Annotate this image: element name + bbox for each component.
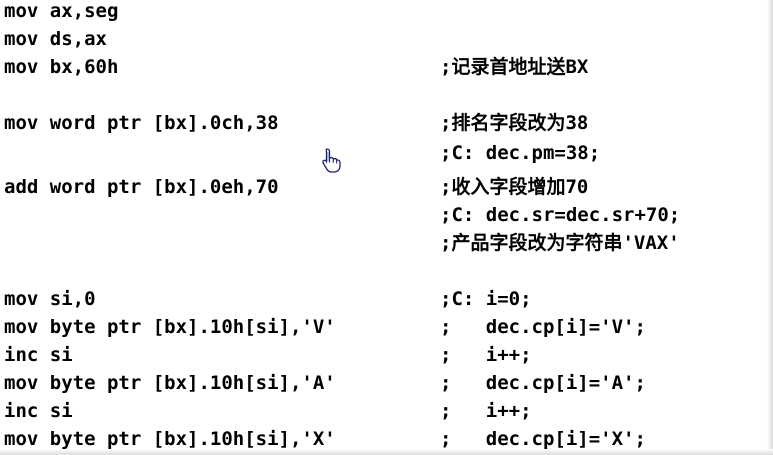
bottom-edge-shadow	[0, 449, 773, 455]
code-text: mov byte ptr [bx].10h[si],'A'	[4, 372, 336, 394]
code-line-7: add word ptr [bx].0eh,70 ;收入字段增加70	[0, 176, 588, 198]
code-text: mov byte ptr [bx].10h[si],'V'	[4, 316, 336, 338]
code-text: inc si	[4, 344, 73, 366]
comment-text: ;C: i=0;	[440, 288, 532, 310]
code-line-9: ;产品字段改为字符串'VAX'	[0, 232, 680, 254]
comment-text: ;收入字段增加70	[440, 176, 589, 198]
code-text: mov word ptr [bx].0ch,38	[4, 112, 279, 134]
code-line-13: inc si ; i++;	[0, 344, 532, 366]
comment-text: ; i++;	[440, 400, 532, 422]
code-text: mov ds,ax	[4, 28, 107, 50]
code-line-16: mov byte ptr [bx].10h[si],'X' ; dec.cp[i…	[0, 428, 646, 450]
code-line-15: inc si ; i++;	[0, 400, 532, 422]
code-line-2: mov ds,ax	[0, 28, 107, 50]
code-line-5: mov word ptr [bx].0ch,38 ;排名字段改为38	[0, 112, 588, 134]
hand-pointer-icon	[322, 148, 341, 173]
code-text: add word ptr [bx].0eh,70	[4, 176, 279, 198]
comment-text: ;产品字段改为字符串'VAX'	[440, 232, 680, 254]
code-line-14: mov byte ptr [bx].10h[si],'A' ; dec.cp[i…	[0, 372, 646, 394]
code-text: mov byte ptr [bx].10h[si],'X'	[4, 428, 336, 450]
code-line-12: mov byte ptr [bx].10h[si],'V' ; dec.cp[i…	[0, 316, 646, 338]
right-edge-shadow	[767, 0, 773, 455]
code-line-6: ;C: dec.pm=38;	[0, 142, 600, 164]
comment-text: ;C: dec.sr=dec.sr+70;	[440, 204, 681, 226]
code-line-11: mov si,0 ;C: i=0;	[0, 288, 532, 310]
code-text: mov si,0	[4, 288, 96, 310]
code-text: mov ax,seg	[4, 0, 119, 22]
code-viewer: mov ax,seg mov ds,ax mov bx,60h ;记录首地址送B…	[0, 0, 773, 455]
comment-text: ;排名字段改为38	[440, 112, 589, 134]
code-text: inc si	[4, 400, 73, 422]
comment-text: ; dec.cp[i]='X';	[440, 428, 646, 450]
code-line-8: ;C: dec.sr=dec.sr+70;	[0, 204, 680, 226]
comment-text: ; i++;	[440, 344, 532, 366]
code-line-3: mov bx,60h ;记录首地址送BX	[0, 56, 588, 78]
comment-text: ;C: dec.pm=38;	[440, 142, 601, 164]
comment-text: ;记录首地址送BX	[440, 56, 589, 78]
comment-text: ; dec.cp[i]='A';	[440, 372, 646, 394]
code-text: mov bx,60h	[4, 56, 119, 78]
comment-text: ; dec.cp[i]='V';	[440, 316, 646, 338]
code-line-1: mov ax,seg	[0, 0, 118, 22]
